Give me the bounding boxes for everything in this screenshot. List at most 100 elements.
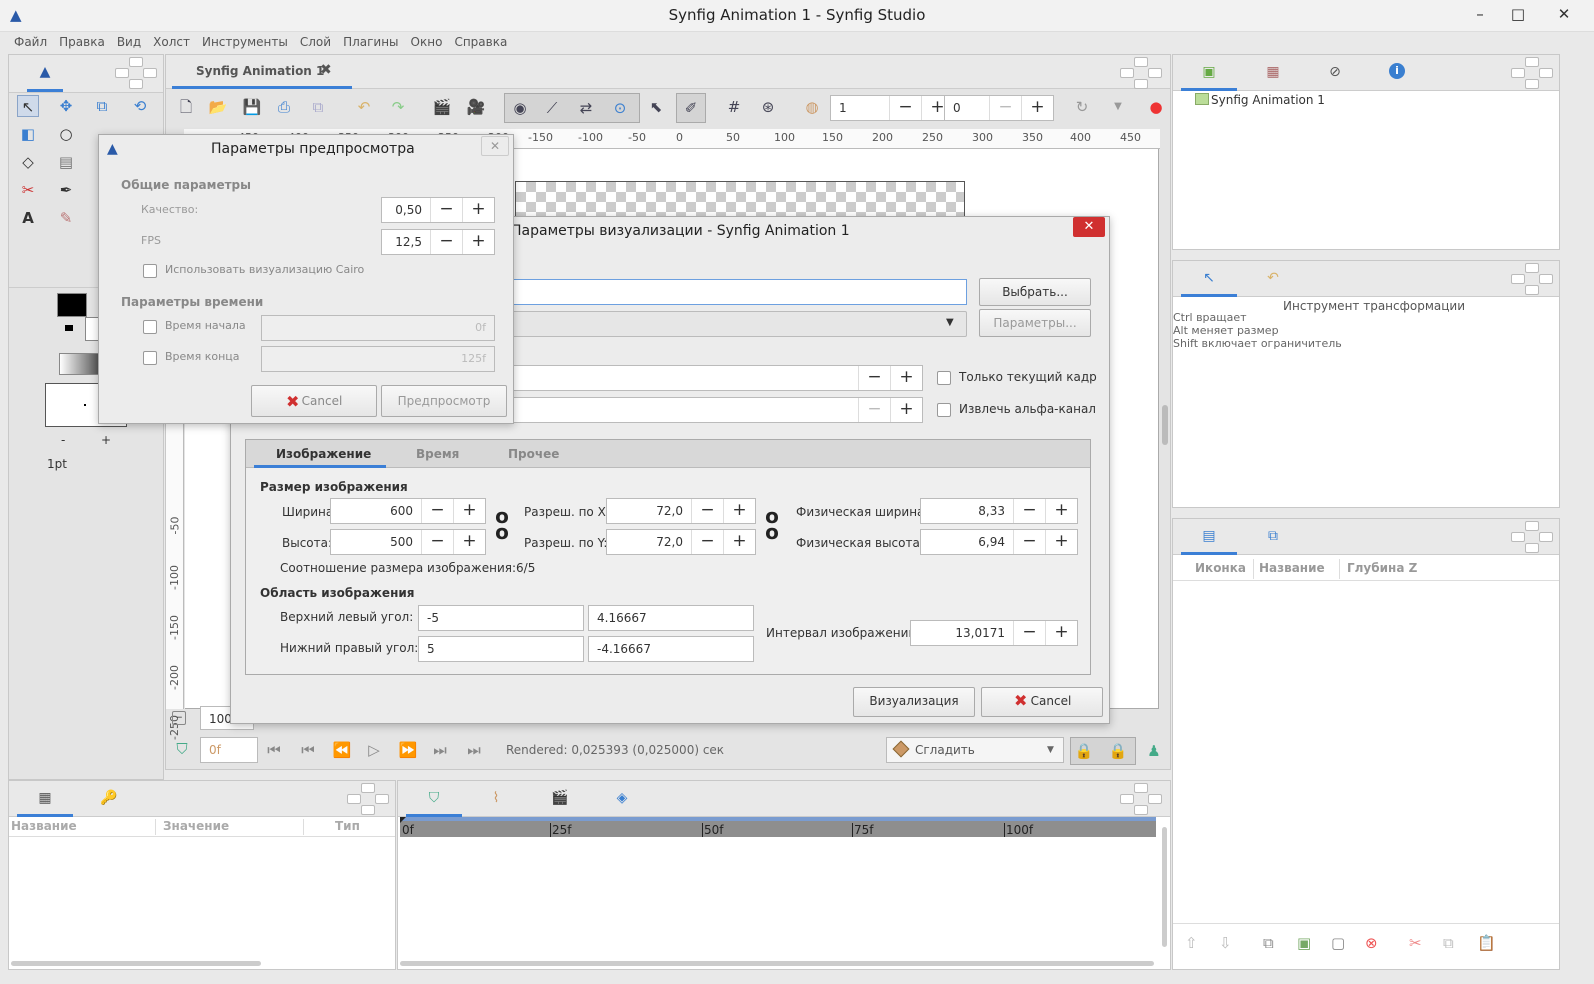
spline-tool-icon[interactable]: ✒ [55, 179, 77, 201]
transform-tool-icon[interactable]: ↖ [17, 95, 39, 117]
panel-dock-buttons[interactable] [1507, 55, 1555, 91]
onion-person-icon[interactable]: ♟ [1142, 739, 1166, 763]
height-value[interactable]: 500 [331, 535, 421, 549]
duplicate-layer-icon[interactable]: ⧉ [1263, 934, 1274, 952]
refresh-icon[interactable]: ↻ [1070, 95, 1094, 119]
onion-past-spinner[interactable]: 1− + [830, 95, 954, 121]
undo-icon[interactable]: ↶ [352, 95, 376, 119]
play-icon[interactable]: ▷ [362, 738, 386, 762]
seek-begin-icon[interactable]: ⏮ [262, 738, 286, 762]
timetrack-vscroll[interactable] [1162, 827, 1167, 947]
plus-icon[interactable]: + [1045, 621, 1077, 645]
preview-close-button[interactable]: ✕ [481, 136, 509, 156]
only-current-frame-checkbox[interactable] [937, 371, 951, 385]
params-tab-icon[interactable]: ▦ [35, 789, 55, 807]
target-params-button[interactable]: Параметры... [979, 309, 1091, 337]
tab-time[interactable]: Время [416, 447, 459, 461]
minus-icon[interactable]: − [858, 366, 890, 390]
keyframes-tab-icon[interactable]: 🔑 [99, 789, 119, 807]
circle-tool-icon[interactable]: ○ [55, 123, 77, 145]
menu-view[interactable]: Вид [111, 32, 147, 52]
copy-icon[interactable]: ⧉ [1443, 934, 1454, 952]
mirror-tool-icon[interactable]: ◧ [17, 123, 39, 145]
quality-spinner[interactable]: − + [503, 365, 923, 391]
library-tab-icon[interactable]: ▦ [1263, 63, 1283, 81]
image-span-value[interactable]: 13,0171 [911, 626, 1013, 640]
snap-grid-icon[interactable]: ⊛ [756, 95, 780, 119]
brush-size-plus[interactable]: + [101, 433, 111, 447]
library-panel-tab-icon[interactable]: ◈ [612, 789, 632, 807]
onion-past-value[interactable]: 1 [831, 101, 889, 115]
xres-spinner[interactable]: 72,0− + [606, 498, 756, 524]
menu-tools[interactable]: Инструменты [196, 32, 294, 52]
cutout-tool-icon[interactable]: ✂ [17, 179, 39, 201]
antialias-spinner[interactable]: − + [503, 397, 923, 423]
prev-keyframe-icon[interactable]: ⏮ [296, 738, 320, 762]
record-icon[interactable]: ● [1144, 95, 1168, 119]
width-spinner[interactable]: 600− + [330, 498, 486, 524]
layers-tab-icon[interactable]: ▤ [1199, 527, 1219, 545]
panel-dock-buttons[interactable] [343, 781, 391, 817]
link-res-icon[interactable]: oo [764, 506, 780, 542]
chevron-down-icon[interactable]: ▼ [1106, 95, 1130, 119]
next-keyframe-icon[interactable]: ⏭ [428, 738, 452, 762]
plus-icon[interactable]: + [1021, 96, 1053, 120]
col-zdepth[interactable]: Глубина Z [1347, 561, 1417, 575]
close-tab-icon[interactable]: ✖ [320, 62, 332, 78]
past-keyframes-lock-icon[interactable]: 🔒 [1072, 739, 1096, 763]
time-ruler[interactable]: 0f 25f 50f 75f 100f [400, 817, 1156, 837]
skeleton-icon[interactable]: ✐ [679, 96, 703, 120]
preview-quality-spinner[interactable]: 0,50− + [381, 197, 495, 223]
extract-alpha-checkbox[interactable] [937, 403, 951, 417]
minus-icon[interactable]: − [421, 499, 453, 523]
end-time-checkbox[interactable] [143, 351, 157, 365]
save-all-icon[interactable]: ⧉ [306, 95, 330, 119]
minus-icon[interactable]: − [1013, 499, 1045, 523]
preview-fps-value[interactable]: 12,5 [382, 235, 430, 249]
menu-window[interactable]: Окно [405, 32, 449, 52]
plus-icon[interactable]: + [723, 530, 755, 554]
history-tab-icon[interactable]: ↶ [1263, 269, 1283, 287]
link-size-icon[interactable]: oo [494, 506, 510, 542]
menu-canvas[interactable]: Холст [147, 32, 196, 52]
minus-icon[interactable]: − [989, 96, 1021, 120]
width-value[interactable]: 600 [331, 504, 421, 518]
outline-color-swatch[interactable] [57, 293, 87, 317]
xres-value[interactable]: 72,0 [607, 504, 691, 518]
col-param-value[interactable]: Значение [163, 819, 229, 833]
preview-icon[interactable]: 🎥 [464, 95, 488, 119]
menu-plugins[interactable]: Плагины [337, 32, 404, 52]
onion-future-value[interactable]: 0 [945, 101, 989, 115]
col-icon[interactable]: Иконка [1195, 561, 1246, 575]
sound-tab-icon[interactable]: 🎬 [550, 789, 570, 807]
top-left-y-input[interactable]: 4.16667 [588, 605, 754, 631]
save-icon[interactable]: 💾 [240, 95, 264, 119]
canvas-browser-item[interactable]: Synfig Animation 1 [1211, 93, 1325, 107]
plus-icon[interactable]: + [453, 499, 485, 523]
canvas-dock-buttons[interactable] [1116, 55, 1164, 91]
new-file-icon[interactable]: 🗋 [174, 95, 198, 119]
menu-help[interactable]: Справка [448, 32, 513, 52]
paste-icon[interactable]: 📋 [1477, 934, 1496, 952]
navigator-tab-icon[interactable]: ⊘ [1325, 63, 1345, 81]
menu-file[interactable]: Файл [8, 32, 53, 52]
minus-icon[interactable]: − [1013, 621, 1045, 645]
preview-quality-value[interactable]: 0,50 [382, 203, 430, 217]
minus-icon[interactable]: − [421, 530, 453, 554]
maximize-button[interactable]: □ [1500, 2, 1536, 28]
canvas-browser-tab-icon[interactable]: ▣ [1199, 63, 1219, 81]
lower-layer-icon[interactable]: ⇩ [1219, 934, 1232, 952]
phys-width-value[interactable]: 8,33 [921, 504, 1013, 518]
curves-tab-icon[interactable]: ⌇ [486, 789, 506, 807]
show-angle-icon[interactable]: ⊙ [608, 96, 632, 120]
rotate-tool-icon[interactable]: ⟲ [129, 95, 151, 117]
plus-icon[interactable]: + [723, 499, 755, 523]
draw-tool-icon[interactable]: ✎ [55, 207, 77, 229]
filename-input[interactable] [503, 279, 967, 305]
bottom-right-x-input[interactable]: 5 [418, 636, 584, 662]
menu-layer[interactable]: Слой [294, 32, 337, 52]
close-dialog-button[interactable]: ✕ [1073, 217, 1105, 237]
plus-icon[interactable]: + [890, 398, 922, 422]
col-param-name[interactable]: Название [11, 819, 77, 833]
timetrack-hscroll[interactable] [400, 961, 1154, 966]
